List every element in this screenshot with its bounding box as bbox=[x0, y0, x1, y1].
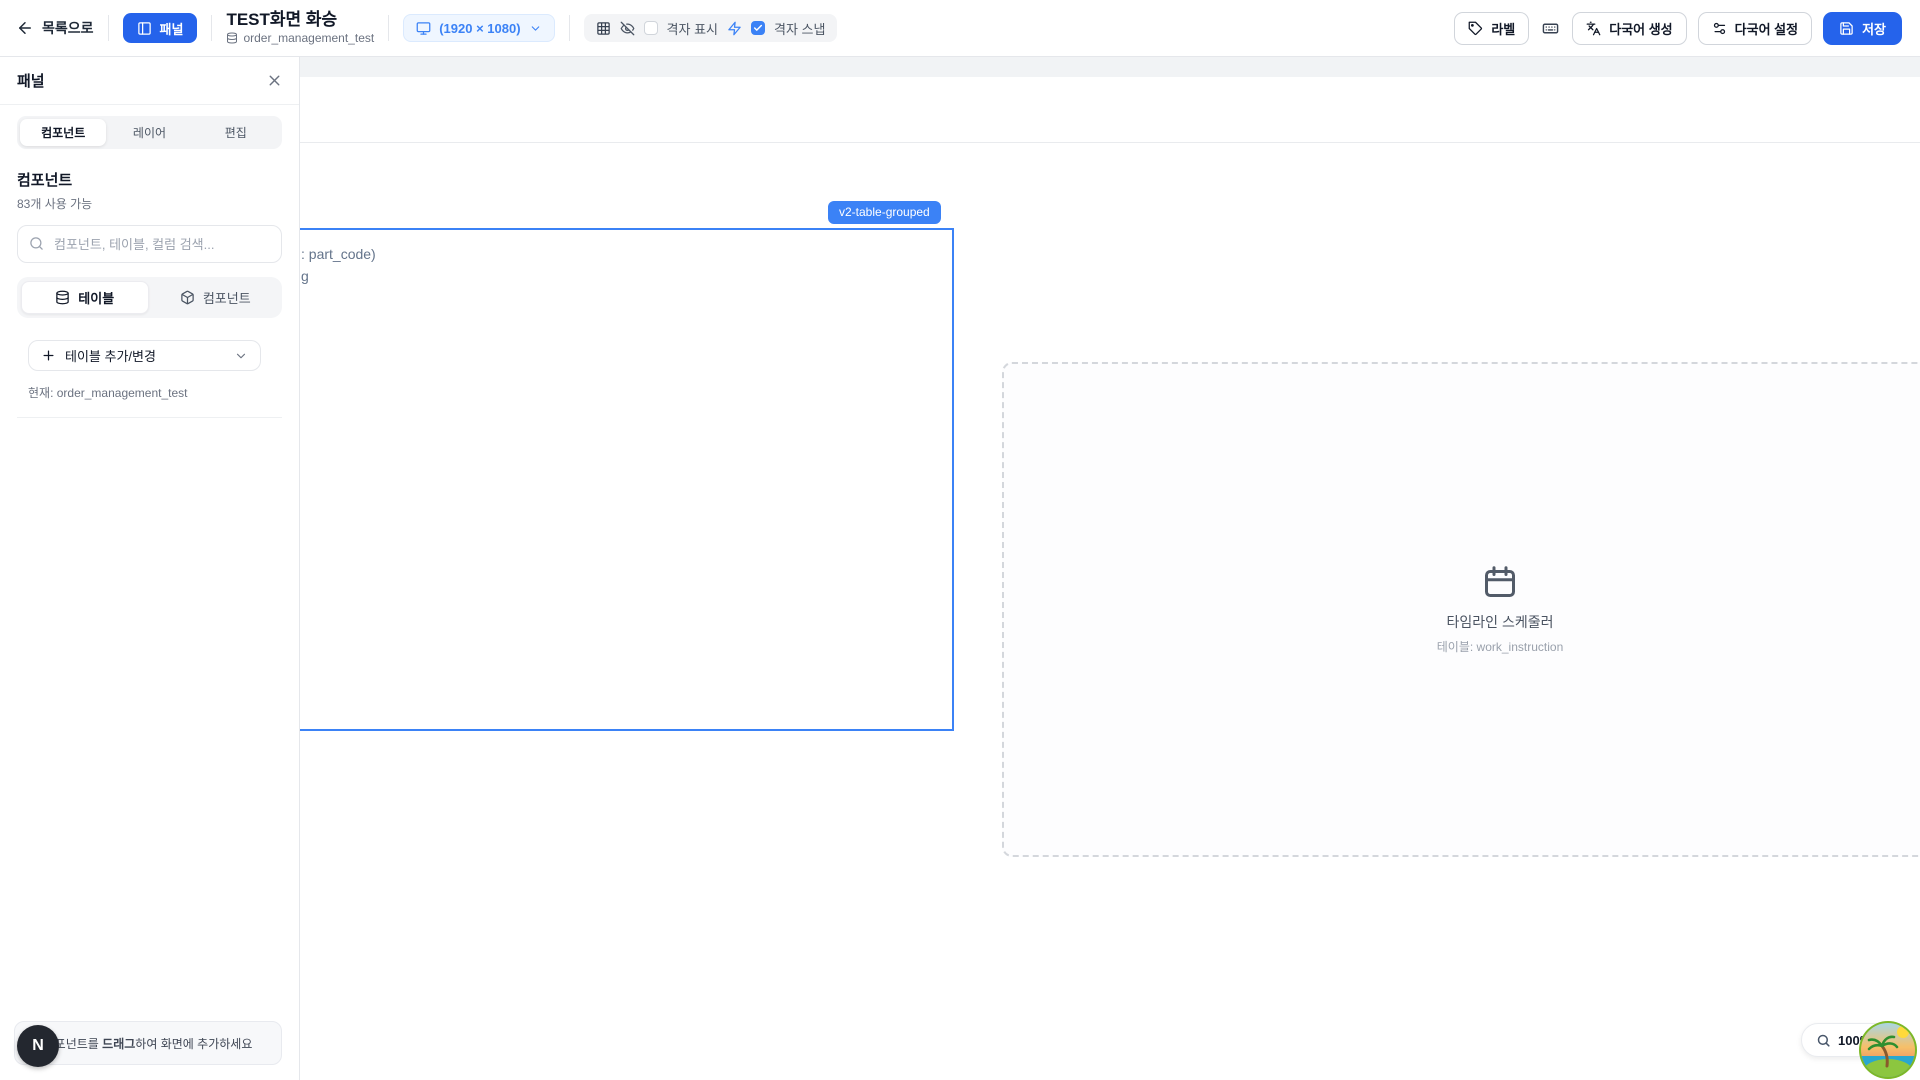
filter-component-button[interactable]: 컴포넌트 bbox=[153, 281, 279, 314]
resolution-value: (1920 × 1080) bbox=[439, 21, 520, 36]
divider bbox=[211, 15, 212, 41]
languages-icon bbox=[1586, 21, 1601, 36]
grid-show-label: 격자 표시 bbox=[667, 19, 718, 38]
back-label: 목록으로 bbox=[42, 18, 94, 38]
plus-icon bbox=[41, 348, 56, 363]
save-icon bbox=[1839, 21, 1854, 36]
database-icon bbox=[55, 290, 70, 305]
timeline-scheduler-component[interactable]: 타임라인 스케줄러 테이블: work_instruction bbox=[1002, 362, 1920, 857]
close-icon[interactable] bbox=[266, 72, 283, 89]
component-title-fragment: : part_code) bbox=[301, 246, 376, 262]
panel-toggle-button[interactable]: 패널 bbox=[123, 13, 198, 43]
scheduler-table-label: 테이블: work_instruction bbox=[1437, 638, 1564, 655]
chevron-down-icon bbox=[234, 349, 248, 363]
package-icon bbox=[180, 290, 195, 305]
keyboard-icon bbox=[1542, 20, 1559, 37]
filter-segmented-control: 테이블 컴포넌트 bbox=[17, 277, 282, 318]
monitor-icon bbox=[416, 21, 431, 36]
back-to-list-button[interactable]: 목록으로 bbox=[16, 18, 94, 38]
label-button[interactable]: 라벨 bbox=[1454, 12, 1529, 45]
tag-icon bbox=[1468, 21, 1483, 36]
panel-tabs: 컴포넌트 레이어 편집 bbox=[17, 116, 282, 149]
sliders-icon bbox=[1712, 21, 1727, 36]
grid-options-toolbar: 격자 표시 격자 스냅 bbox=[584, 14, 838, 42]
divider bbox=[569, 15, 570, 41]
components-count: 83개 사용 가능 bbox=[17, 195, 282, 212]
divider bbox=[388, 15, 389, 41]
i18n-settings-button[interactable]: 다국어 설정 bbox=[1698, 12, 1812, 45]
arrow-left-icon bbox=[16, 19, 34, 37]
page-subtitle: order_management_test bbox=[226, 31, 374, 45]
chevron-down-icon bbox=[529, 22, 542, 35]
add-table-button[interactable]: 테이블 추가/변경 bbox=[28, 340, 261, 371]
panel-title: 패널 bbox=[17, 70, 45, 91]
grid-icon bbox=[596, 21, 611, 36]
filter-table-button[interactable]: 테이블 bbox=[21, 281, 149, 314]
panel-left-icon bbox=[137, 21, 152, 36]
components-section-title: 컴포넌트 bbox=[17, 169, 282, 190]
components-panel: 패널 컴포넌트 레이어 편집 컴포넌트 83개 사용 가능 테이블 컴포넌트 bbox=[0, 57, 300, 1080]
zap-icon bbox=[727, 21, 742, 36]
grid-snap-label: 격자 스냅 bbox=[774, 19, 825, 38]
scheduler-title: 타임라인 스케줄러 bbox=[1447, 612, 1554, 632]
save-button[interactable]: 저장 bbox=[1823, 12, 1902, 45]
keyboard-shortcuts-button[interactable] bbox=[1540, 20, 1561, 37]
page-title: TEST화면 화승 bbox=[226, 11, 374, 30]
resolution-selector[interactable]: (1920 × 1080) bbox=[403, 14, 554, 42]
current-table-label: 현재: order_management_test bbox=[28, 384, 282, 401]
magnifier-icon bbox=[1816, 1033, 1831, 1048]
component-search-input[interactable] bbox=[17, 225, 282, 263]
tab-components[interactable]: 컴포넌트 bbox=[20, 119, 106, 146]
eye-off-icon bbox=[620, 21, 635, 36]
database-icon bbox=[226, 32, 238, 44]
divider bbox=[108, 15, 109, 41]
i18n-generate-button[interactable]: 다국어 생성 bbox=[1572, 12, 1686, 45]
grid-snap-checkbox[interactable] bbox=[751, 21, 765, 35]
grid-show-checkbox[interactable] bbox=[644, 21, 658, 35]
top-toolbar: 목록으로 패널 TEST화면 화승 order_management_test bbox=[0, 0, 1920, 57]
tab-layers[interactable]: 레이어 bbox=[106, 119, 192, 146]
calendar-icon bbox=[1482, 564, 1518, 600]
search-icon bbox=[29, 236, 44, 251]
collaborator-cursor-badge: N bbox=[17, 1025, 59, 1067]
selected-component-badge: v2-table-grouped bbox=[828, 201, 941, 224]
component-subtitle-fragment: g bbox=[301, 268, 309, 284]
island-avatar bbox=[1858, 1020, 1918, 1080]
tab-edit[interactable]: 편집 bbox=[193, 119, 279, 146]
